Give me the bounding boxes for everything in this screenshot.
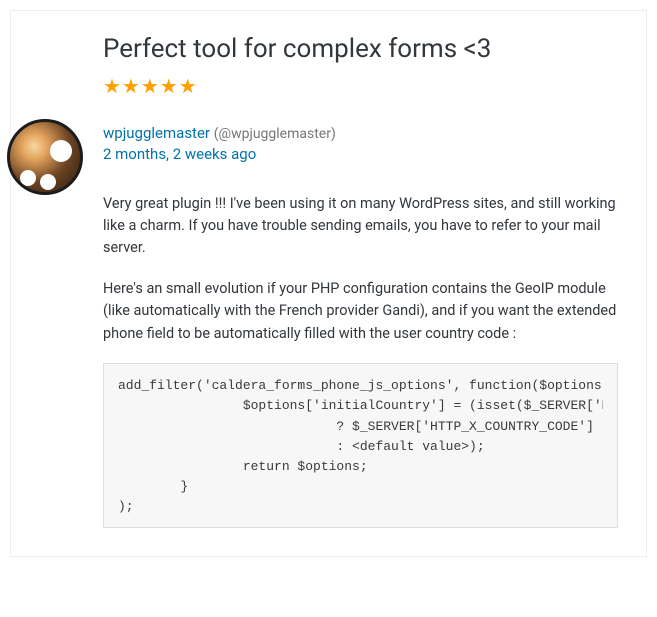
timestamp-link[interactable]: 2 months, 2 weeks ago [103,145,256,163]
code-block: add_filter('caldera_forms_phone_js_optio… [103,363,618,528]
avatar[interactable] [7,119,83,195]
review-title: Perfect tool for complex forms <3 [103,33,618,66]
star-rating: ★★★★★ [103,74,618,98]
review-card: Perfect tool for complex forms <3 ★★★★★ … [10,10,647,557]
author-handle: (@wpjugglemaster) [214,126,336,142]
author-line: wpjugglemaster (@wpjugglemaster) [103,124,618,142]
author-link[interactable]: wpjugglemaster [103,124,210,142]
review-paragraph: Very great plugin !!! I've been using it… [103,193,618,260]
code-content[interactable]: add_filter('caldera_forms_phone_js_optio… [118,376,603,517]
review-paragraph: Here's an small evolution if your PHP co… [103,278,618,345]
avatar-image [7,119,83,195]
